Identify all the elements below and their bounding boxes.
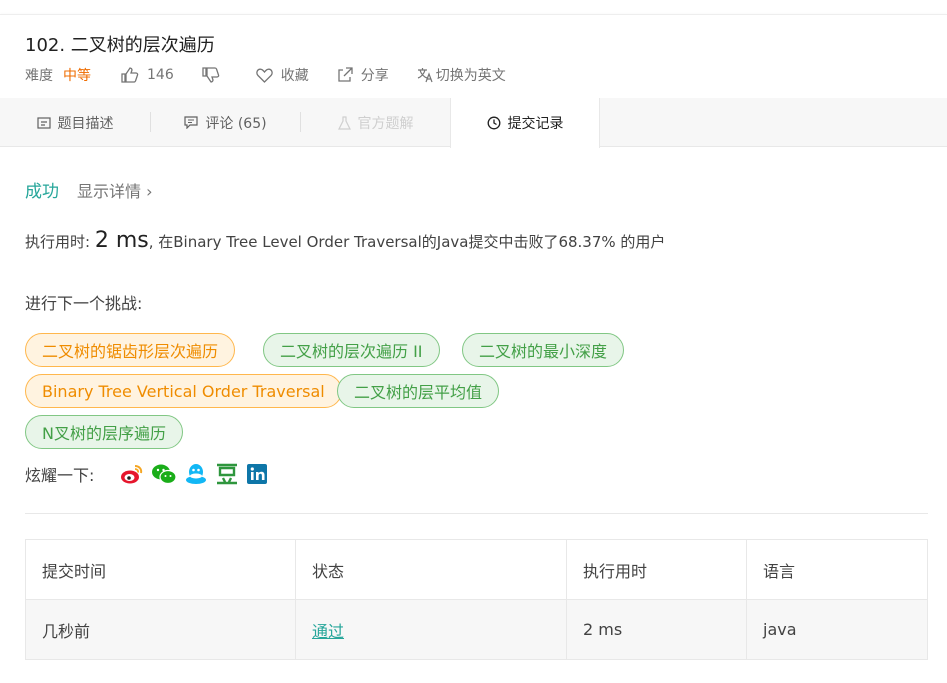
runtime-value: 2 ms [94, 228, 149, 253]
challenge-pill[interactable]: 二叉树的层平均值 [337, 374, 500, 408]
difficulty-label: 难度 [25, 68, 53, 84]
result-status-row: 成功 显示详情 › [25, 177, 153, 203]
share-icon [338, 67, 353, 82]
thumbs-down-icon [202, 67, 220, 83]
share-button[interactable]: 分享 [337, 65, 389, 85]
tab-description-label: 题目描述 [57, 115, 114, 132]
translate-icon [417, 68, 433, 83]
tab-solution-label: 官方题解 [357, 115, 414, 132]
comment-icon [184, 116, 198, 129]
runtime-suffix: , 在Binary Tree Level Order Traversal的Jav… [148, 233, 666, 251]
next-challenge-label: 进行下一个挑战: [25, 294, 143, 313]
table-row: 几秒前 通过 2 ms java [25, 599, 928, 660]
status-badge: 成功 [25, 182, 59, 202]
like-button[interactable]: 146 [121, 67, 174, 83]
share-row-label: 炫耀一下: [25, 466, 95, 485]
clock-icon [487, 116, 500, 130]
table-header-row: 提交时间 状态 执行用时 语言 [25, 539, 928, 600]
dislike-button[interactable] [202, 67, 228, 83]
submissions-table: 提交时间 状态 执行用时 语言 几秒前 通过 2 ms java [25, 539, 928, 660]
challenge-pill[interactable]: Binary Tree Vertical Order Traversal [25, 374, 342, 408]
challenge-pill[interactable]: N叉树的层序遍历 [25, 415, 183, 449]
translate-button[interactable]: 切换为英文 [417, 65, 506, 85]
show-details-link[interactable]: 显示详情 › [77, 178, 153, 202]
linkedin-icon[interactable] [246, 463, 268, 485]
flask-icon [337, 115, 351, 130]
favorite-button[interactable]: 收藏 [255, 65, 309, 85]
submission-time: 几秒前 [25, 599, 296, 660]
column-header-time: 提交时间 [25, 539, 296, 600]
problem-meta: 难度 中等 146 收藏 分享 切换为英文 [25, 65, 534, 85]
translate-label: 切换为英文 [435, 68, 506, 84]
qq-icon[interactable] [184, 463, 208, 485]
thumbs-up-icon [121, 67, 139, 83]
submission-language: java [746, 599, 928, 660]
share-row: 炫耀一下: [25, 462, 275, 486]
challenge-pill[interactable]: 二叉树的锯齿形层次遍历 [25, 333, 236, 367]
tab-bar: 题目描述 评论 (65) 官方题解 提交记录 [0, 98, 947, 148]
tab-solution: 官方题解 [301, 98, 450, 147]
runtime-summary: 执行用时: 2 ms, 在Binary Tree Level Order Tra… [25, 228, 665, 253]
difficulty-badge: 中等 [63, 68, 91, 84]
challenge-pill[interactable]: 二叉树的层次遍历 II [263, 333, 440, 367]
column-header-runtime: 执行用时 [566, 539, 747, 600]
submission-status-link[interactable]: 通过 [295, 599, 567, 660]
tab-description[interactable]: 题目描述 [0, 98, 150, 147]
tab-comments-label: 评论 (65) [205, 115, 267, 132]
wechat-icon[interactable] [151, 463, 178, 485]
description-icon [36, 116, 51, 129]
problem-title: 102. 二叉树的层次遍历 [25, 35, 215, 56]
column-header-status: 状态 [295, 539, 567, 600]
challenge-pill[interactable]: 二叉树的最小深度 [462, 333, 625, 367]
heart-icon [255, 68, 273, 83]
problem-header: 102. 二叉树的层次遍历 难度 中等 146 收藏 分享 切换为英文 [0, 14, 947, 98]
favorite-label: 收藏 [280, 68, 309, 84]
runtime-prefix: 执行用时: [25, 233, 95, 251]
share-label: 分享 [360, 68, 389, 84]
section-divider [25, 513, 928, 514]
weibo-icon[interactable] [120, 463, 144, 485]
tab-submissions-label: 提交记录 [507, 116, 564, 132]
tab-submissions[interactable]: 提交记录 [450, 98, 600, 148]
douban-icon[interactable] [215, 463, 239, 485]
tab-comments[interactable]: 评论 (65) [151, 98, 300, 147]
submission-runtime: 2 ms [566, 599, 747, 660]
like-count: 146 [147, 67, 174, 83]
column-header-language: 语言 [746, 539, 928, 600]
